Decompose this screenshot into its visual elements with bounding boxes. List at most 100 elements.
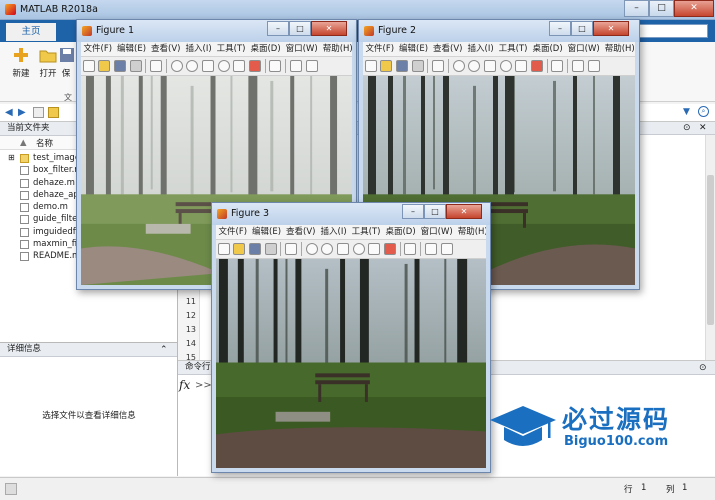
rotate-3d-icon[interactable] [217,60,230,72]
print-icon[interactable] [264,243,277,255]
pointer-icon[interactable] [150,60,163,72]
close-button[interactable]: ✕ [311,21,347,36]
collapse-chevron-icon[interactable]: ⌃ [160,344,168,357]
close-button[interactable]: ✕ [674,0,714,17]
minimize-button[interactable]: – [267,21,289,36]
menu-tools[interactable]: 工具(T) [349,225,383,239]
maximize-button[interactable]: □ [649,0,674,17]
figure-title-bar[interactable]: Figure 2 – □ ✕ [359,20,639,42]
browse-folder-icon[interactable] [48,107,59,118]
name-column-header[interactable]: 名称 [36,137,53,149]
colorbar-icon[interactable] [424,243,437,255]
zoom-in-icon[interactable] [452,60,465,72]
brush-icon[interactable] [383,243,396,255]
menu-window[interactable]: 窗口(W) [565,42,602,56]
up-folder-icon[interactable] [33,107,44,118]
expand-icon[interactable]: ⊞ [8,152,15,164]
data-cursor-icon[interactable] [233,60,246,72]
menu-desktop[interactable]: 桌面(D) [248,42,283,56]
new-figure-icon[interactable] [217,243,230,255]
menu-insert[interactable]: 插入(I) [465,42,496,56]
editor-close-icon[interactable]: ✕ [699,123,707,133]
new-button[interactable]: 新建 [6,46,36,79]
pointer-icon[interactable] [285,243,298,255]
rotate-3d-icon[interactable] [499,60,512,72]
figure-window-3[interactable]: Figure 3 – □ ✕ 文件(F) 编辑(E) 查看(V) 插入(I) 工具(T) 桌面… [211,202,491,473]
close-button[interactable]: ✕ [593,21,629,36]
figure-title-bar[interactable]: Figure 1 – □ ✕ [77,20,356,42]
menu-desktop[interactable]: 桌面(D) [383,225,418,239]
menu-window[interactable]: 窗口(W) [418,225,455,239]
minimize-button[interactable]: – [402,204,424,219]
menu-help[interactable]: 帮助(H) [320,42,352,56]
editor-options-icon[interactable]: ⊙ [683,123,691,133]
function-browser-icon[interactable]: fx [179,378,190,392]
menu-view[interactable]: 查看(V) [149,42,183,56]
brush-icon[interactable] [248,60,261,72]
pointer-icon[interactable] [432,60,445,72]
pan-hand-icon[interactable] [336,243,349,255]
legend-icon[interactable] [305,60,318,72]
save-figure-icon[interactable] [395,60,408,72]
menu-edit[interactable]: 编辑(E) [397,42,431,56]
maximize-button[interactable]: □ [289,21,311,36]
zoom-out-icon[interactable] [186,60,199,72]
link-plot-icon[interactable] [269,60,282,72]
rotate-3d-icon[interactable] [352,243,365,255]
maximize-button[interactable]: □ [424,204,446,219]
new-figure-icon[interactable] [364,60,377,72]
print-icon[interactable] [129,60,142,72]
new-figure-icon[interactable] [82,60,95,72]
open-file-icon[interactable] [233,243,246,255]
minimize-button[interactable]: – [549,21,571,36]
data-cursor-icon[interactable] [515,60,528,72]
colorbar-icon[interactable] [571,60,584,72]
data-cursor-icon[interactable] [368,243,381,255]
legend-icon[interactable] [587,60,600,72]
minimize-button[interactable]: – [624,0,649,17]
search-icon[interactable]: ⌕ [698,106,709,117]
save-button[interactable]: 保 [58,46,74,79]
zoom-out-icon[interactable] [468,60,481,72]
brush-icon[interactable] [530,60,543,72]
save-figure-icon[interactable] [113,60,126,72]
pan-hand-icon[interactable] [483,60,496,72]
legend-icon[interactable] [440,243,453,255]
menu-edit[interactable]: 编辑(E) [115,42,149,56]
menu-file[interactable]: 文件(F) [363,42,397,56]
link-plot-icon[interactable] [404,243,417,255]
menu-help[interactable]: 帮助(H) [602,42,635,56]
menu-file[interactable]: 文件(F) [81,42,115,56]
zoom-in-icon[interactable] [170,60,183,72]
command-prompt[interactable]: >> [195,380,212,391]
menu-view[interactable]: 查看(V) [431,42,465,56]
menu-view[interactable]: 查看(V) [284,225,318,239]
menu-insert[interactable]: 插入(I) [318,225,349,239]
menu-tools[interactable]: 工具(T) [496,42,530,56]
menu-file[interactable]: 文件(F) [216,225,250,239]
back-arrow-icon[interactable]: ◀ [5,107,13,118]
tab-home[interactable]: 主页 [6,23,56,41]
editor-scrollbar[interactable] [705,135,715,360]
menu-edit[interactable]: 编辑(E) [250,225,284,239]
menu-insert[interactable]: 插入(I) [183,42,214,56]
maximize-button[interactable]: □ [571,21,593,36]
open-file-icon[interactable] [98,60,111,72]
print-icon[interactable] [411,60,424,72]
command-window-options-icon[interactable]: ⊙ [699,362,707,375]
open-file-icon[interactable] [380,60,393,72]
colorbar-icon[interactable] [289,60,302,72]
figure-title-bar[interactable]: Figure 3 – □ ✕ [212,203,490,225]
menu-window[interactable]: 窗口(W) [283,42,320,56]
pan-hand-icon[interactable] [201,60,214,72]
menu-tools[interactable]: 工具(T) [214,42,248,56]
close-button[interactable]: ✕ [446,204,482,219]
forward-arrow-icon[interactable]: ▶ [18,107,26,118]
zoom-in-icon[interactable] [305,243,318,255]
menu-help[interactable]: 帮助(H) [455,225,486,239]
link-plot-icon[interactable] [551,60,564,72]
address-dropdown-icon[interactable]: ▼ [683,107,690,117]
save-figure-icon[interactable] [248,243,261,255]
zoom-out-icon[interactable] [321,243,334,255]
menu-desktop[interactable]: 桌面(D) [530,42,565,56]
